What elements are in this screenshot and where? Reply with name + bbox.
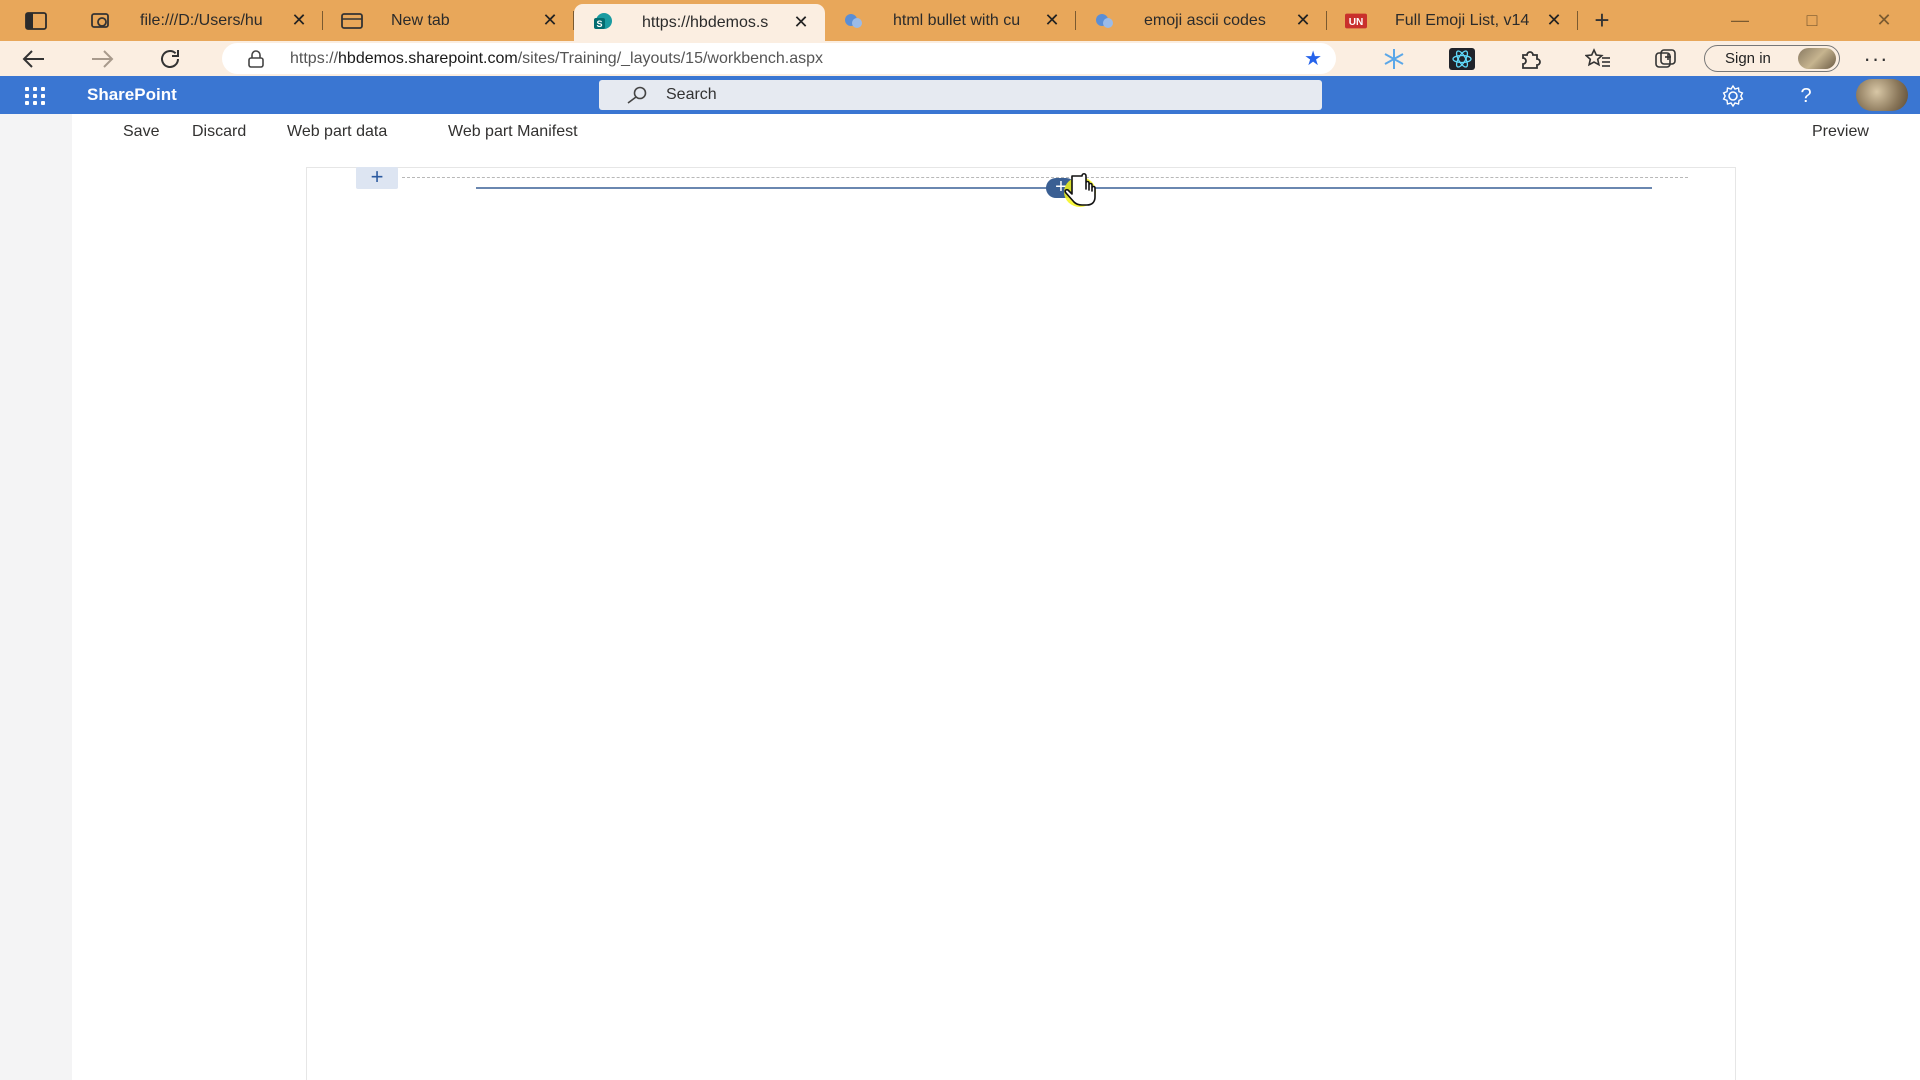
tab-close-icon[interactable]: ✕ (1544, 10, 1564, 31)
minimize-icon[interactable]: — (1704, 10, 1776, 31)
favorites-button[interactable] (1564, 47, 1632, 70)
collections-button[interactable] (1632, 48, 1700, 70)
search-favicon-icon (1094, 10, 1116, 32)
workbench-command-bar: Save Discard Web part data Web part Mani… (0, 114, 1920, 154)
browser-toolbar: https://hbdemos.sharepoint.com/sites/Tra… (0, 41, 1920, 76)
settings-gear-icon[interactable] (1721, 84, 1745, 108)
tab-actions-button[interactable] (0, 0, 72, 41)
browser-tab-file[interactable]: file:///D:/Users/hu ✕ (72, 0, 323, 41)
extensions-button[interactable] (1496, 48, 1564, 70)
web-part-data-button[interactable]: Web part data (287, 123, 387, 141)
extension-snowflake-button[interactable] (1360, 48, 1428, 70)
profile-avatar (1798, 48, 1836, 69)
lock-icon[interactable] (246, 49, 266, 68)
new-tab-button[interactable]: + (1578, 0, 1626, 41)
back-arrow-icon (22, 49, 44, 68)
puzzle-icon (1522, 50, 1541, 69)
tab-close-icon[interactable]: ✕ (791, 12, 811, 33)
tab-close-icon[interactable]: ✕ (289, 10, 309, 31)
left-gutter (0, 114, 72, 1080)
refresh-icon (161, 49, 179, 68)
favorite-star-icon[interactable]: ★ (1304, 46, 1322, 71)
browser-tab-emoji-codes[interactable]: emoji ascii codes ✕ (1076, 0, 1327, 41)
back-button[interactable] (0, 49, 68, 69)
tab-close-icon[interactable]: ✕ (540, 10, 560, 31)
settings-more-button[interactable]: ··· (1840, 46, 1912, 72)
browser-tab-strip: file:///D:/Users/hu ✕ New tab ✕ S https:… (0, 0, 1920, 41)
browser-tab-new[interactable]: New tab ✕ (323, 0, 574, 41)
close-window-icon[interactable]: ✕ (1848, 10, 1920, 31)
react-icon (1449, 47, 1475, 70)
sidebar-icon (25, 11, 47, 30)
browser-tab-sharepoint[interactable]: S https://hbdemos.s ✕ (574, 4, 825, 41)
search-icon (625, 86, 651, 104)
svg-text:S: S (596, 19, 602, 29)
address-bar[interactable]: https://hbdemos.sharepoint.com/sites/Tra… (222, 43, 1336, 74)
user-avatar[interactable] (1856, 79, 1908, 111)
tab-title: html bullet with cu (893, 11, 1021, 29)
sharepoint-brand[interactable]: SharePoint (87, 85, 177, 105)
tab-title: emoji ascii codes (1144, 11, 1266, 29)
tab-title: Full Emoji List, v14 (1395, 11, 1530, 29)
workbench-canvas (306, 167, 1736, 1080)
search-favicon-icon (843, 10, 865, 32)
favorites-list-icon (1585, 47, 1610, 67)
new-tab-icon (341, 10, 363, 32)
app-launcher-waffle-icon[interactable] (22, 84, 50, 106)
svg-text:UN: UN (1349, 17, 1364, 28)
browser-tab-emoji-list[interactable]: UN Full Emoji List, v14 ✕ (1327, 0, 1578, 41)
sharepoint-icon: S (592, 12, 614, 34)
sharepoint-suite-bar: SharePoint Search ? (0, 76, 1920, 114)
file-share-icon (90, 10, 112, 32)
search-placeholder: Search (666, 86, 717, 103)
collections-icon (1655, 48, 1676, 68)
sign-in-label: Sign in (1725, 50, 1771, 67)
search-box[interactable]: Search (599, 80, 1322, 110)
help-icon[interactable]: ? (1794, 84, 1818, 108)
tab-title: file:///D:/Users/hu (140, 11, 263, 29)
save-button[interactable]: Save (123, 123, 159, 141)
browser-tab-html-bullet[interactable]: html bullet with cu ✕ (825, 0, 1076, 41)
forward-button[interactable] (68, 49, 136, 69)
tab-title: https://hbdemos.s (642, 13, 769, 31)
maximize-icon[interactable]: □ (1776, 10, 1848, 31)
snowflake-icon (1384, 48, 1404, 69)
web-part-manifest-button[interactable]: Web part Manifest (448, 123, 578, 141)
forward-arrow-icon (92, 49, 114, 68)
sign-in-button[interactable]: Sign in (1704, 45, 1840, 72)
extension-react-devtools-button[interactable] (1428, 47, 1496, 70)
tab-close-icon[interactable]: ✕ (1042, 10, 1062, 31)
hand-pointer-cursor-icon (1064, 172, 1096, 207)
unicode-icon: UN (1345, 10, 1367, 32)
refresh-button[interactable] (136, 47, 204, 71)
address-url: https://hbdemos.sharepoint.com/sites/Tra… (290, 49, 824, 67)
tab-close-icon[interactable]: ✕ (1293, 10, 1313, 31)
tab-title: New tab (391, 11, 450, 29)
section-boundary (402, 177, 1688, 178)
add-section-button[interactable]: + (356, 166, 398, 189)
preview-button[interactable]: Preview (1812, 123, 1869, 141)
toolbar-extensions: Sign in ··· (1360, 41, 1912, 76)
discard-button[interactable]: Discard (192, 123, 246, 141)
window-controls: — □ ✕ (1704, 0, 1920, 41)
